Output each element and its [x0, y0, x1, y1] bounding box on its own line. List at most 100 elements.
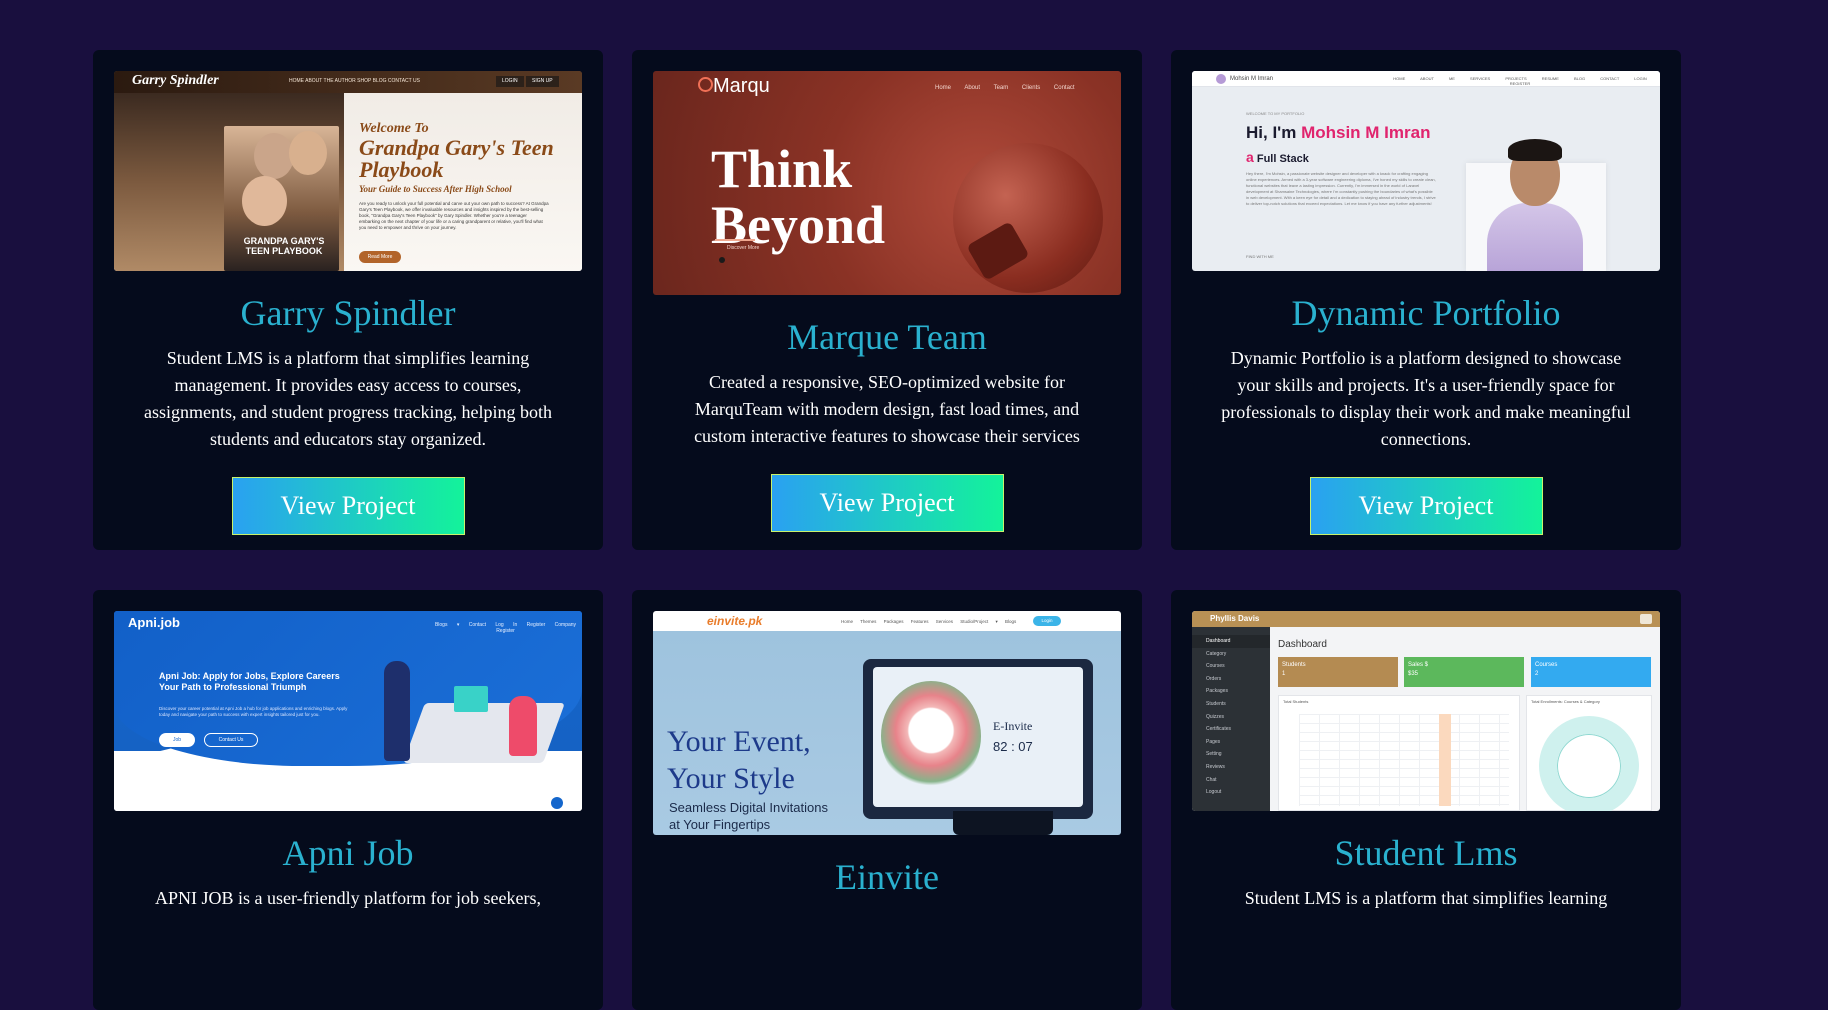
preview-avatar-icon	[1216, 74, 1226, 84]
preview-sidebar-item: Certificates	[1206, 726, 1232, 733]
preview-flower-wreath	[881, 681, 981, 791]
projects-grid: Garry Spindler HOME ABOUT THE AUTHOR SHO…	[93, 50, 1681, 1010]
preview-headline: Your Event, Your Style	[667, 723, 811, 797]
preview-chart-grid	[1299, 714, 1509, 806]
preview-headline: Apni Job: Apply for Jobs, Explore Career…	[159, 671, 340, 692]
preview-chart-panel: Total Students	[1278, 695, 1520, 811]
preview-subheadline: Seamless Digital Invitations at Your Fin…	[669, 799, 828, 833]
project-card: Apni.job Blogs ▾ Contact Log In Register…	[93, 590, 603, 1010]
preview-card-title: E-Invite	[993, 719, 1033, 733]
preview-sidebar-item: Dashboard	[1192, 635, 1270, 648]
preview-headline-line: Your Style	[667, 762, 795, 795]
preview-chart-bar	[1439, 714, 1451, 806]
preview-person-body	[1487, 203, 1583, 271]
preview-stat-label: Courses	[1535, 662, 1558, 668]
preview-login-button: LOGIN	[496, 76, 524, 87]
project-thumbnail[interactable]: Marqu Home About Team Clients Contact Th…	[653, 71, 1121, 295]
preview-scroll-top-icon	[551, 797, 563, 809]
preview-menu-icon	[1640, 614, 1652, 624]
project-card: Marqu Home About Team Clients Contact Th…	[632, 50, 1142, 550]
preview-panel-title: Total Enrollments: Courses & Category	[1531, 699, 1600, 704]
preview-headline: Grandpa Gary's Teen Playbook	[359, 135, 554, 182]
preview-stat-value: $35	[1408, 671, 1419, 677]
preview-headline: Think Beyond	[711, 141, 885, 253]
preview-role-prefix: a	[1246, 149, 1254, 165]
project-thumbnail[interactable]: Apni.job Blogs ▾ Contact Log In Register…	[114, 611, 582, 811]
preview-person	[242, 176, 287, 226]
preview-donut-panel: Total Enrollments: Courses & Category	[1526, 695, 1652, 811]
preview-contact-button: Contact Us	[204, 733, 258, 747]
preview-find-me: FIND WITH ME	[1246, 254, 1274, 259]
preview-body: Hey there, I'm Mohsin, a passionate webs…	[1246, 171, 1436, 206]
preview-headline-line: Your Event,	[667, 725, 811, 758]
view-project-button[interactable]: View Project	[231, 477, 465, 535]
preview-stat-label: Students	[1282, 662, 1306, 668]
preview-logo-icon	[698, 77, 713, 92]
preview-logo: Apni.job	[128, 615, 180, 630]
project-thumbnail[interactable]: Garry Spindler HOME ABOUT THE AUTHOR SHO…	[114, 71, 582, 271]
preview-sidebar-item: Quizzes	[1206, 713, 1225, 720]
preview-user-name: Phyllis Davis	[1210, 614, 1260, 623]
preview-nav-links: Home Themes Packages Features Services S…	[841, 619, 1017, 624]
preview-accent-bar	[715, 239, 755, 241]
preview-read-more-button: Read More	[359, 251, 401, 263]
preview-sidebar: Dashboard Category Courses Orders Packages St…	[1192, 627, 1270, 811]
preview-sidebar-item: Chat	[1206, 776, 1217, 783]
preview-greeting-text: Hi, I'm	[1246, 123, 1297, 142]
preview-job-button: Job	[159, 733, 195, 747]
project-title: Dynamic Portfolio	[1291, 293, 1561, 333]
preview-nav-links: Home About Team Clients Contact	[935, 85, 1075, 91]
preview-stat-value: 1	[1282, 671, 1286, 677]
preview-sidebar-item: Setting	[1206, 751, 1222, 758]
project-description: APNI JOB is a user-friendly platform for…	[154, 888, 542, 908]
preview-sidebar-item: Pages	[1206, 738, 1221, 745]
section-heading-cut	[0, 0, 1828, 8]
preview-stairs	[344, 93, 582, 271]
preview-subheadline-line: Seamless Digital Invitations	[669, 800, 828, 815]
project-card: Garry Spindler HOME ABOUT THE AUTHOR SHO…	[93, 50, 603, 550]
preview-stat-card: Sales $ $35	[1404, 657, 1524, 687]
preview-body: Are you ready to unlock your full potent…	[359, 201, 549, 230]
preview-panel-title: Total Students	[1283, 699, 1309, 704]
preview-stat-label: Sales $	[1408, 662, 1429, 668]
preview-login-button: Login	[1033, 616, 1061, 626]
preview-body: Discover your career potential at Apni J…	[159, 706, 348, 717]
preview-sidebar-menu: Dashboard Category Courses Orders Packages St…	[1192, 627, 1270, 799]
project-title: Marque Team	[787, 317, 987, 357]
preview-lightbulb	[953, 143, 1103, 293]
preview-dashboard-title: Dashboard	[1278, 639, 1327, 650]
preview-sidebar-item: Orders	[1206, 675, 1222, 682]
preview-book-title: GRANDPA GARY'S TEEN PLAYBOOK	[243, 236, 325, 256]
preview-role-text: Full Stack	[1256, 153, 1309, 165]
preview-nav-links: HOME ABOUT ME SERVICES PROJECTS RESUME B…	[1393, 76, 1647, 86]
preview-monitor	[454, 686, 488, 712]
preview-greeting-name: Mohsin M Imran	[1301, 123, 1431, 142]
preview-sidebar-item: Students	[1206, 700, 1226, 707]
project-description: Dynamic Portfolio is a platform designed…	[1221, 348, 1631, 449]
project-title: Garry Spindler	[240, 293, 456, 333]
preview-role: a Full Stack	[1246, 149, 1309, 165]
project-thumbnail[interactable]: Mohsin M Imran HOME ABOUT ME SERVICES PR…	[1192, 71, 1660, 271]
preview-nav-links: Blogs ▾ Contact Log In Register Company …	[434, 622, 577, 634]
preview-tagline: Your Guide to Success After High School	[359, 184, 512, 194]
preview-sidebar-item: Packages	[1206, 688, 1228, 695]
preview-logo: Marqu	[713, 75, 770, 97]
project-title: Apni Job	[282, 833, 414, 873]
preview-subheadline-line: at Your Fingertips	[669, 817, 771, 832]
preview-person-hair	[1508, 139, 1562, 161]
preview-sidebar-item: Reviews	[1206, 763, 1225, 770]
preview-stat-card: Courses 2	[1531, 657, 1651, 687]
preview-person	[509, 696, 537, 756]
project-description: Student LMS is a platform that simplifie…	[144, 348, 552, 449]
preview-sidebar-item: Logout	[1206, 789, 1222, 796]
preview-donut-chart	[1539, 716, 1639, 811]
preview-laptop-base	[953, 811, 1053, 835]
view-project-button[interactable]: View Project	[1309, 477, 1543, 535]
project-thumbnail[interactable]: Phyllis Davis Dashboard Category Courses Or…	[1192, 611, 1660, 811]
preview-topbar	[1192, 611, 1660, 627]
project-thumbnail[interactable]: einvite.pk Home Themes Packages Features…	[653, 611, 1121, 835]
preview-headline-line: Think	[711, 139, 853, 199]
view-project-button[interactable]: View Project	[770, 474, 1004, 532]
preview-person	[254, 133, 294, 179]
preview-brand: Mohsin M Imran	[1230, 76, 1274, 82]
